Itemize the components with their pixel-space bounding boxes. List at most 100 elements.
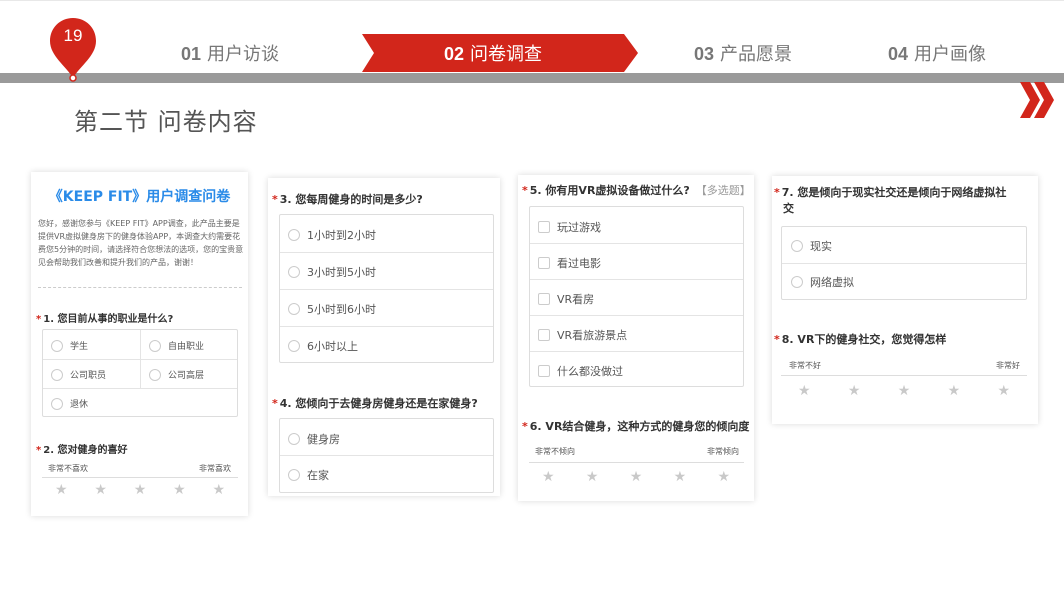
- star-icon[interactable]: ★: [948, 384, 961, 398]
- star-icon[interactable]: ★: [898, 384, 911, 398]
- checkbox-icon: [538, 221, 550, 233]
- checkbox-icon: [538, 293, 550, 305]
- option-label: 看过电影: [557, 257, 601, 270]
- survey-title: 《KEEP FIT》用户调查问卷: [48, 189, 231, 205]
- option-label: 3小时到5小时: [307, 266, 376, 279]
- tab-number: 04: [888, 44, 909, 64]
- question-text-cont: 交: [783, 202, 794, 215]
- survey-card-4: * 7. 您是倾向于现实社交还是倾向于网络虚拟社 交 现实 网络虚拟 * 8. VR…: [772, 176, 1038, 424]
- option-vr-house[interactable]: VR看房: [538, 291, 594, 307]
- star-icon[interactable]: ★: [798, 384, 811, 398]
- option-1-2h[interactable]: 1小时到2小时: [288, 227, 376, 243]
- option-6h-plus[interactable]: 6小时以上: [288, 338, 358, 354]
- option-retired[interactable]: 退休: [51, 397, 88, 410]
- required-mark: *: [774, 333, 780, 346]
- q7-options: 现实 网络虚拟: [781, 226, 1027, 300]
- option-nothing[interactable]: 什么都没做过: [538, 363, 623, 379]
- star-icon[interactable]: ★: [674, 470, 687, 484]
- tab-label: 用户访谈: [207, 44, 280, 65]
- divider: [38, 287, 242, 288]
- q4-options: 健身房 在家: [279, 418, 494, 493]
- radio-icon: [51, 339, 63, 352]
- radio-icon: [149, 368, 161, 381]
- question-text: 2. 您对健身的喜好: [43, 445, 128, 456]
- tab-number: 02: [444, 44, 465, 64]
- question-8: * 8. VR下的健身社交，您觉得怎样: [774, 331, 946, 347]
- option-games[interactable]: 玩过游戏: [538, 219, 601, 235]
- star-icon[interactable]: ★: [134, 483, 147, 497]
- tab-user-persona[interactable]: 04 用户画像: [888, 40, 986, 66]
- tab-label: 产品愿景: [720, 44, 793, 65]
- option-label: 公司职员: [70, 371, 107, 381]
- radio-icon: [288, 469, 300, 481]
- option-3-5h[interactable]: 3小时到5小时: [288, 264, 376, 280]
- question-6: * 6. VR结合健身，这种方式的健身您的倾向度: [522, 418, 749, 434]
- option-label: 6小时以上: [307, 340, 358, 353]
- question-3: * 3. 您每周健身的时间是多少?: [272, 191, 423, 207]
- rating-stars[interactable]: ★ ★ ★ ★ ★: [798, 384, 1010, 398]
- option-gym[interactable]: 健身房: [288, 431, 340, 447]
- option-home[interactable]: 在家: [288, 467, 329, 483]
- star-icon[interactable]: ★: [173, 483, 186, 497]
- q1-options: 学生 自由职业 公司职员 公司高层 退休: [42, 329, 238, 417]
- option-real-social[interactable]: 现实: [791, 238, 832, 254]
- option-label: 玩过游戏: [557, 221, 601, 234]
- radio-icon: [51, 368, 63, 381]
- star-icon[interactable]: ★: [55, 483, 68, 497]
- option-virtual-social[interactable]: 网络虚拟: [791, 274, 854, 290]
- option-vr-tourism[interactable]: VR看旅游景点: [538, 327, 627, 343]
- star-icon[interactable]: ★: [212, 483, 225, 497]
- required-mark: *: [272, 397, 278, 410]
- tab-product-vision[interactable]: 03 产品愿景: [694, 40, 792, 66]
- scale-low-label: 非常不倾向: [535, 447, 575, 456]
- scale-low-label: 非常不喜欢: [48, 464, 88, 473]
- option-label: 网络虚拟: [810, 276, 854, 289]
- option-label: 公司高层: [168, 371, 205, 381]
- star-icon[interactable]: ★: [717, 470, 730, 484]
- rating-stars[interactable]: ★ ★ ★ ★ ★: [55, 483, 225, 497]
- star-icon[interactable]: ★: [997, 384, 1010, 398]
- required-mark: *: [272, 193, 278, 206]
- star-icon[interactable]: ★: [542, 470, 555, 484]
- option-freelance[interactable]: 自由职业: [149, 339, 204, 352]
- star-icon[interactable]: ★: [586, 470, 599, 484]
- option-movies[interactable]: 看过电影: [538, 255, 601, 271]
- question-7: * 7. 您是倾向于现实社交还是倾向于网络虚拟社 交: [774, 185, 1006, 217]
- question-text: 1. 您目前从事的职业是什么?: [43, 314, 174, 325]
- required-mark: *: [36, 314, 42, 325]
- question-1: * 1. 您目前从事的职业是什么?: [36, 310, 173, 325]
- rating-stars[interactable]: ★ ★ ★ ★ ★: [542, 470, 730, 484]
- option-label: 5小时到6小时: [307, 303, 376, 316]
- tab-user-interview[interactable]: 01 用户访谈: [181, 40, 279, 66]
- double-chevron-right-icon[interactable]: [1018, 80, 1056, 120]
- option-5-6h[interactable]: 5小时到6小时: [288, 301, 376, 317]
- header-bar: [0, 73, 1064, 83]
- radio-icon: [51, 397, 63, 410]
- required-mark: *: [522, 420, 528, 433]
- scale-high-label: 非常倾向: [707, 447, 739, 456]
- radio-icon: [791, 240, 803, 252]
- scale-high-label: 非常好: [996, 361, 1020, 370]
- multi-select-tag: 【多选题】: [695, 184, 751, 197]
- page-number: 19: [63, 26, 83, 45]
- radio-icon: [149, 339, 161, 352]
- scale-high-label: 非常喜欢: [199, 464, 231, 473]
- required-mark: *: [36, 445, 42, 456]
- option-label: 退休: [70, 400, 89, 410]
- required-mark: *: [522, 184, 528, 197]
- star-icon[interactable]: ★: [94, 483, 107, 497]
- question-4: * 4. 您倾向于去健身房健身还是在家健身?: [272, 395, 478, 411]
- star-icon[interactable]: ★: [848, 384, 861, 398]
- option-employee[interactable]: 公司职员: [51, 368, 106, 381]
- tab-number: 03: [694, 44, 715, 64]
- option-label: 现实: [810, 240, 832, 253]
- question-text: 6. VR结合健身，这种方式的健身您的倾向度: [529, 420, 750, 433]
- star-icon[interactable]: ★: [630, 470, 643, 484]
- survey-card-2: * 3. 您每周健身的时间是多少? 1小时到2小时 3小时到5小时 5小时到6小时…: [268, 178, 500, 496]
- option-label: 在家: [307, 469, 329, 482]
- option-executive[interactable]: 公司高层: [149, 368, 204, 381]
- tab-questionnaire[interactable]: 02 问卷调查: [444, 40, 542, 66]
- question-text: 5. 你有用VR虚拟设备做过什么?: [529, 184, 690, 197]
- option-student[interactable]: 学生: [51, 339, 88, 352]
- required-mark: *: [774, 186, 780, 199]
